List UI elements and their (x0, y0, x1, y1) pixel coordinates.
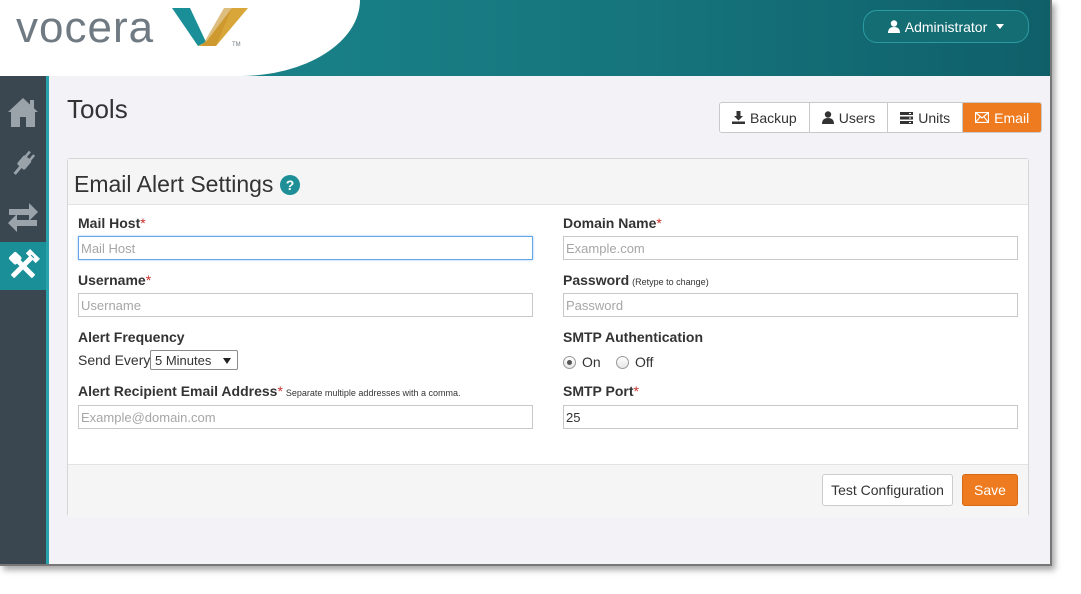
radio-off[interactable] (616, 355, 629, 369)
domain-name-label-text: Domain Name (563, 215, 657, 231)
user-icon (821, 111, 834, 124)
envelope-icon (975, 112, 990, 123)
user-menu-label: Administrator (904, 18, 988, 35)
page-title: Tools (67, 94, 128, 124)
mail-host-input[interactable] (78, 236, 533, 260)
sidebar (0, 76, 48, 564)
required-marker: * (145, 272, 152, 288)
app-window: vocera TM Administrator Tools Backup Use… (0, 0, 1052, 566)
smtp-auth-off-option[interactable]: Off (616, 354, 653, 370)
sidebar-item-home[interactable] (0, 88, 46, 136)
tools-icon (8, 249, 40, 278)
password-hint: (Retype to change) (632, 277, 709, 287)
username-label-text: Username (78, 272, 146, 288)
tab-backup-label: Backup (750, 109, 797, 126)
download-icon (732, 111, 745, 124)
dropdown-arrow-icon (223, 358, 231, 364)
recipient-email-label: Alert Recipient Email Address* Separate m… (78, 383, 460, 399)
smtp-auth-on-option[interactable]: On (563, 354, 601, 370)
tab-email-label: Email (994, 109, 1030, 126)
mail-host-label: Mail Host* (78, 215, 146, 231)
test-configuration-button[interactable]: Test Configuration (822, 474, 953, 506)
domain-name-label: Domain Name* (563, 215, 662, 231)
frequency-select[interactable]: 5 Minutes (150, 350, 238, 370)
password-label: Password (Retype to change) (563, 272, 709, 288)
alert-frequency-label: Alert Frequency (78, 329, 185, 345)
smtp-auth-off-label: Off (635, 354, 654, 370)
tab-email[interactable]: Email (963, 103, 1042, 132)
panel-footer: Test Configuration Save (68, 464, 1028, 517)
user-menu-button[interactable]: Administrator (863, 10, 1029, 43)
help-icon[interactable]: ? (280, 175, 300, 195)
server-icon (900, 111, 914, 124)
username-input[interactable] (78, 293, 533, 317)
logo-text: vocera (16, 3, 155, 52)
username-label: Username* (78, 272, 151, 288)
smtp-port-input[interactable] (563, 405, 1018, 429)
radio-on[interactable] (563, 355, 576, 369)
tab-backup[interactable]: Backup (720, 103, 810, 132)
save-button[interactable]: Save (962, 474, 1018, 506)
help-glyph: ? (285, 177, 295, 193)
sidebar-item-integrations[interactable] (0, 140, 46, 188)
mail-host-label-text: Mail Host (78, 215, 141, 231)
tab-units-label: Units (918, 109, 951, 126)
tab-users-label: Users (838, 109, 876, 126)
chevron-down-icon (996, 24, 1005, 29)
recipient-email-hint: Separate multiple addresses with a comma… (285, 388, 461, 398)
tab-units[interactable]: Units (888, 103, 964, 132)
smtp-auth-label: SMTP Authentication (563, 329, 703, 345)
send-every-label: Send Every (78, 352, 151, 368)
panel-header: Email Alert Settings ? (68, 159, 1028, 205)
password-label-text: Password (563, 272, 630, 288)
home-icon (8, 98, 38, 127)
panel-title: Email Alert Settings (74, 171, 274, 197)
svg-text:TM: TM (232, 42, 241, 48)
required-marker: * (633, 383, 639, 399)
main-content: Tools Backup Users Units Email Email Ale… (49, 76, 1050, 564)
user-icon (887, 20, 900, 33)
vocera-v-logo-icon: TM (172, 8, 248, 48)
smtp-port-label: SMTP Port* (563, 383, 639, 399)
sidebar-item-transfers[interactable] (0, 192, 46, 240)
email-settings-panel: Email Alert Settings ? Mail Host* Userna… (67, 158, 1029, 517)
tab-users[interactable]: Users (809, 103, 889, 132)
smtp-port-label-text: SMTP Port (563, 383, 634, 399)
tools-tab-bar: Backup Users Units Email (719, 102, 1043, 133)
transfer-arrows-icon (8, 203, 38, 232)
smtp-auth-on-label: On (582, 354, 601, 370)
sidebar-item-tools[interactable] (0, 242, 46, 290)
recipient-email-label-text: Alert Recipient Email Address (78, 383, 278, 399)
recipient-email-input[interactable] (78, 405, 533, 429)
frequency-select-value: 5 Minutes (155, 352, 212, 368)
domain-name-input[interactable] (563, 236, 1018, 260)
password-input[interactable] (563, 293, 1018, 317)
top-header: vocera TM Administrator (0, 0, 1050, 76)
plug-icon (13, 150, 36, 175)
required-marker: * (277, 383, 283, 399)
required-marker: * (656, 215, 662, 231)
required-marker: * (140, 215, 146, 231)
